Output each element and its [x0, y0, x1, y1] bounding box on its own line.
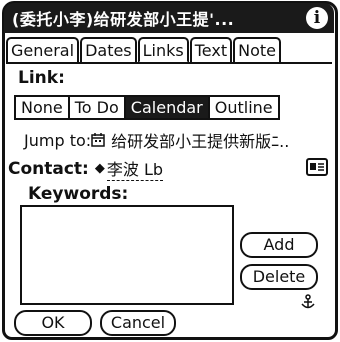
anchor-icon: [301, 294, 315, 309]
calendar-link-icon: [91, 133, 105, 147]
link-option-outline[interactable]: Outline: [207, 95, 280, 120]
contact-row: Contact: ◆ 李波 Lb: [8, 156, 164, 181]
window-title: (委托小李)给研发部小王提'...: [12, 10, 235, 29]
info-icon[interactable]: i: [306, 7, 328, 29]
contact-label: Contact:: [8, 158, 89, 179]
tab-links[interactable]: Links: [137, 37, 189, 63]
address-card-icon[interactable]: [306, 157, 328, 177]
jump-to-label: Jump to:: [24, 130, 92, 150]
link-label: Link:: [18, 68, 65, 88]
tab-text[interactable]: Text: [189, 37, 233, 63]
tab-dates[interactable]: Dates: [80, 37, 137, 63]
link-type-selector: None To Do Calendar Outline: [14, 95, 280, 120]
add-button[interactable]: Add: [240, 232, 318, 258]
tab-divider: [6, 62, 332, 64]
jump-to-row[interactable]: Jump to: 给研发部小王提供新版ﾆ..: [24, 128, 289, 152]
contact-name[interactable]: 李波 Lb: [106, 156, 164, 181]
delete-button[interactable]: Delete: [240, 264, 318, 290]
cancel-button[interactable]: Cancel: [100, 310, 176, 336]
title-bar: (委托小李)给研发部小王提'... i: [4, 3, 334, 33]
tab-bar: General Dates Links Text Note: [6, 37, 282, 63]
link-option-none[interactable]: None: [14, 95, 70, 120]
ok-button[interactable]: OK: [14, 310, 92, 336]
link-option-todo[interactable]: To Do: [67, 95, 126, 120]
contact-marker: ◆: [94, 161, 105, 176]
jump-to-target[interactable]: 给研发部小王提供新版ﾆ..: [111, 128, 289, 152]
tab-general[interactable]: General: [6, 37, 80, 63]
tab-note[interactable]: Note: [233, 37, 281, 63]
keywords-label: Keywords:: [28, 184, 129, 204]
link-option-calendar[interactable]: Calendar: [123, 95, 210, 120]
keywords-list[interactable]: [20, 205, 234, 305]
